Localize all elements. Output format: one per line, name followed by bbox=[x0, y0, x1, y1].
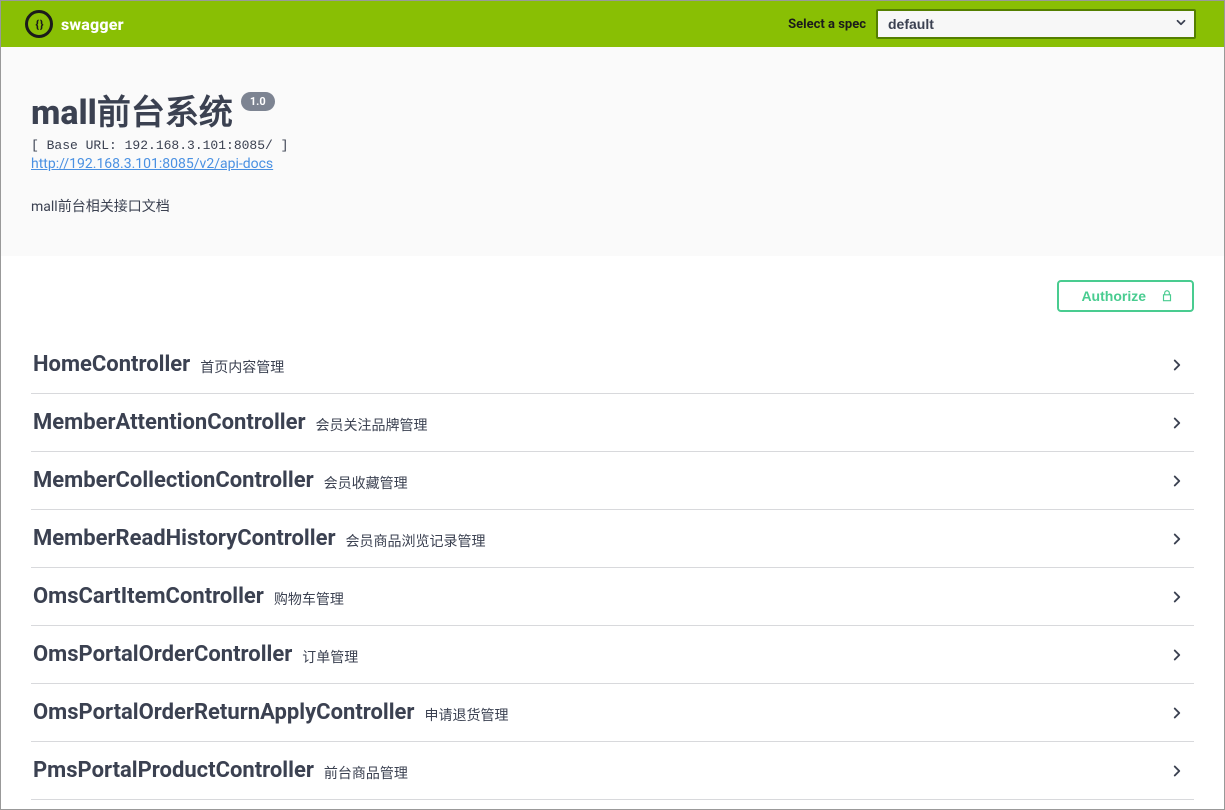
tag-row[interactable]: MemberAttentionController 会员关注品牌管理 bbox=[31, 394, 1194, 452]
brand-label: swagger bbox=[61, 15, 124, 34]
tag-row[interactable]: PmsPortalProductController 前台商品管理 bbox=[31, 742, 1194, 800]
tag-name: PmsPortalProductController bbox=[33, 758, 314, 783]
authorize-label: Authorize bbox=[1081, 288, 1146, 304]
main-section: Authorize HomeController 首页内容管理 MemberAtte… bbox=[1, 256, 1224, 809]
tag-row[interactable]: OmsCartItemController 购物车管理 bbox=[31, 568, 1194, 626]
page-title: mall前台系统 bbox=[31, 85, 233, 134]
tag-name: OmsPortalOrderController bbox=[33, 642, 292, 667]
spec-selector: Select a spec default bbox=[788, 9, 1196, 39]
chevron-right-icon bbox=[1168, 530, 1186, 548]
tag-description: 会员收藏管理 bbox=[324, 473, 408, 493]
swagger-logo-icon: { } bbox=[25, 10, 53, 38]
tag-name: OmsPortalOrderReturnApplyController bbox=[33, 700, 414, 725]
chevron-right-icon bbox=[1168, 414, 1186, 432]
topbar: { } swagger Select a spec default bbox=[1, 1, 1224, 47]
tag-name: MemberReadHistoryController bbox=[33, 526, 336, 551]
spec-label: Select a spec bbox=[788, 17, 866, 32]
tag-row[interactable]: OmsPortalOrderController 订单管理 bbox=[31, 626, 1194, 684]
api-docs-link[interactable]: http://192.168.3.101:8085/v2/api-docs bbox=[31, 156, 273, 172]
tag-description: 会员关注品牌管理 bbox=[316, 415, 428, 435]
brand: { } swagger bbox=[25, 10, 124, 38]
tag-description: 首页内容管理 bbox=[200, 357, 284, 377]
tag-name: MemberAttentionController bbox=[33, 410, 306, 435]
info-section: mall前台系统 1.0 [ Base URL: 192.168.3.101:8… bbox=[1, 47, 1224, 256]
tag-row[interactable]: HomeController 首页内容管理 bbox=[31, 336, 1194, 394]
tag-description: 申请退货管理 bbox=[424, 705, 508, 725]
chevron-right-icon bbox=[1168, 646, 1186, 664]
chevron-right-icon bbox=[1168, 704, 1186, 722]
tag-description: 订单管理 bbox=[302, 647, 358, 667]
tag-description: 前台商品管理 bbox=[324, 763, 408, 783]
tag-name: MemberCollectionController bbox=[33, 468, 314, 493]
tag-row[interactable]: MemberCollectionController 会员收藏管理 bbox=[31, 452, 1194, 510]
tag-name: OmsCartItemController bbox=[33, 584, 264, 609]
tag-description: 会员商品浏览记录管理 bbox=[346, 531, 486, 551]
tag-row[interactable]: OmsPortalOrderReturnApplyController 申请退货管… bbox=[31, 684, 1194, 742]
chevron-right-icon bbox=[1168, 588, 1186, 606]
tag-description: 购物车管理 bbox=[274, 589, 344, 609]
authorize-button[interactable]: Authorize bbox=[1057, 280, 1194, 312]
chevron-right-icon bbox=[1168, 472, 1186, 490]
version-badge: 1.0 bbox=[241, 92, 275, 111]
api-description: mall前台相关接口文档 bbox=[31, 196, 1194, 216]
base-url: [ Base URL: 192.168.3.101:8085/ ] bbox=[31, 138, 1194, 153]
tag-row[interactable]: MemberReadHistoryController 会员商品浏览记录管理 bbox=[31, 510, 1194, 568]
tag-name: HomeController bbox=[33, 352, 190, 377]
lock-icon bbox=[1160, 289, 1174, 303]
chevron-right-icon bbox=[1168, 356, 1186, 374]
chevron-right-icon bbox=[1168, 762, 1186, 780]
spec-select[interactable]: default bbox=[876, 9, 1196, 39]
